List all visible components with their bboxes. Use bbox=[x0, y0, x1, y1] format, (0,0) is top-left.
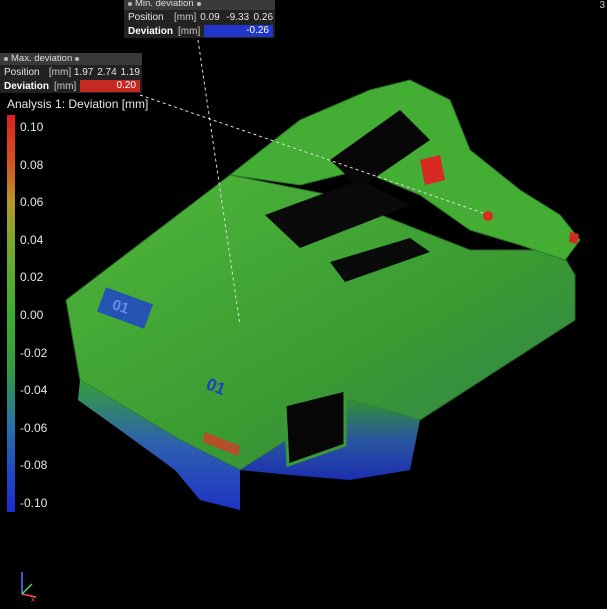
position-x: 1.97 bbox=[73, 66, 94, 78]
min-deviation-value-row: Deviation [mm] -0.26 bbox=[124, 24, 275, 38]
deviation-label: Deviation bbox=[128, 25, 174, 37]
legend-tick-label: 0.08 bbox=[20, 157, 44, 172]
max-deviation-position-row: Position [mm] 1.97 2.74 1.19 bbox=[0, 65, 142, 79]
legend-tick-label: -0.10 bbox=[20, 496, 48, 510]
max-deviation-title-text: Max. deviation bbox=[11, 53, 73, 64]
min-deviation-value: -0.26 bbox=[204, 25, 273, 37]
viewport-index: 3 bbox=[599, 0, 605, 11]
max-deviation-value: 0.20 bbox=[80, 80, 140, 92]
deviation-unit: [mm] bbox=[178, 25, 201, 37]
legend-tick-label: 0.10 bbox=[20, 120, 44, 134]
callout-pin-icon bbox=[4, 57, 8, 61]
callout-close-icon[interactable] bbox=[196, 2, 201, 6]
position-unit: [mm] bbox=[174, 11, 197, 23]
callout-close-icon[interactable] bbox=[75, 57, 80, 61]
legend-tick-label: -0.08 bbox=[20, 458, 48, 473]
deviation-colorbar bbox=[7, 115, 15, 512]
position-label: Position bbox=[128, 11, 164, 23]
min-deviation-position-row: Position [mm] 0.09 -9.33 0.26 bbox=[124, 10, 275, 24]
position-unit: [mm] bbox=[48, 66, 72, 78]
min-deviation-title: Min. deviation bbox=[124, 0, 275, 10]
legend-tick-label: -0.02 bbox=[20, 345, 48, 360]
min-deviation-title-text: Min. deviation bbox=[135, 0, 194, 9]
max-deviation-title: Max. deviation bbox=[0, 53, 142, 65]
legend-title: Analysis 1: Deviation [mm] bbox=[7, 97, 149, 111]
deviation-unit: [mm] bbox=[54, 80, 77, 92]
legend-tick-label: 0.04 bbox=[20, 232, 44, 247]
legend-tick-label: 0.02 bbox=[20, 270, 44, 285]
deviation-label: Deviation bbox=[4, 80, 50, 92]
position-z: 1.19 bbox=[120, 66, 140, 78]
legend-tick-label: 0.00 bbox=[20, 308, 44, 322]
svg-text:X: X bbox=[31, 598, 35, 602]
max-deviation-value-row: Deviation [mm] 0.20 bbox=[0, 79, 142, 93]
legend-tick-label: 0.06 bbox=[20, 195, 44, 210]
min-deviation-callout[interactable]: Min. deviation Position [mm] 0.09 -9.33 … bbox=[124, 0, 275, 38]
position-y: 2.74 bbox=[97, 66, 117, 78]
legend-tick-label: -0.06 bbox=[20, 420, 48, 435]
legend-tick-label: -0.04 bbox=[20, 383, 48, 398]
axis-triad-icon: X bbox=[21, 572, 37, 602]
red-hotspot-small bbox=[483, 211, 493, 221]
position-x: 0.09 bbox=[200, 11, 220, 23]
callout-pin-icon bbox=[128, 2, 132, 6]
max-deviation-callout[interactable]: Max. deviation Position [mm] 1.97 2.74 1… bbox=[0, 53, 142, 93]
position-label: Position bbox=[4, 66, 40, 78]
position-y: -9.33 bbox=[226, 11, 250, 23]
position-z: 0.26 bbox=[253, 11, 274, 23]
